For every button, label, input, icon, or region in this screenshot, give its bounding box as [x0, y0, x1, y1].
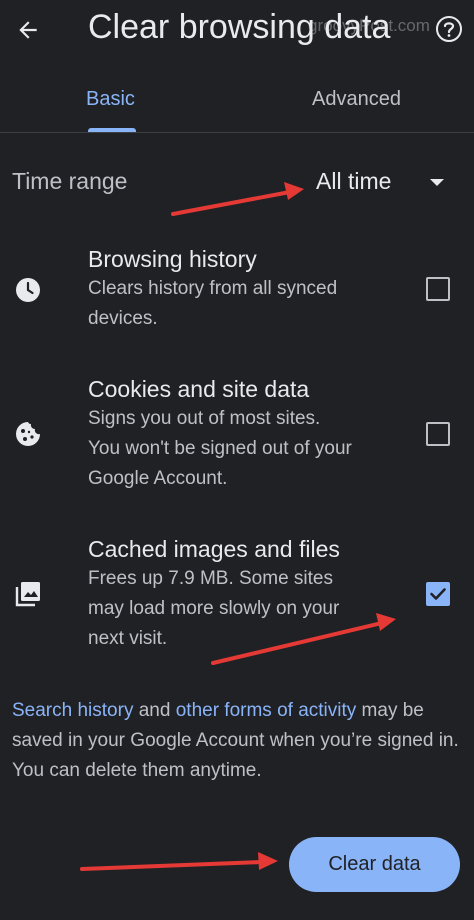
- checkbox-cached-images[interactable]: [426, 582, 450, 606]
- other-activity-link[interactable]: other forms of activity: [176, 700, 357, 721]
- clear-data-button[interactable]: Clear data: [289, 837, 460, 892]
- tab-advanced[interactable]: Advanced: [312, 88, 401, 111]
- image-icon: [14, 580, 42, 608]
- option-description: Signs you out of most sites. You won't b…: [88, 404, 388, 494]
- watermark-text: groovyPost.com: [308, 16, 430, 35]
- checkmark-icon: [430, 588, 446, 600]
- description-line: next visit.: [88, 628, 168, 649]
- activity-note: Search history and other forms of activi…: [12, 696, 462, 786]
- option-cached-images[interactable]: Cached images and files Frees up 7.9 MB.…: [0, 522, 474, 672]
- tab-divider: [0, 132, 474, 133]
- clock-icon: [14, 276, 42, 304]
- checkbox-cookies[interactable]: [426, 422, 450, 446]
- checkbox-browsing-history[interactable]: [426, 277, 450, 301]
- description-line: devices.: [88, 308, 158, 329]
- selected-tab-indicator: [88, 128, 136, 132]
- description-line: Clears history from all synced: [88, 278, 338, 299]
- option-title: Cookies and site data: [88, 376, 310, 402]
- tab-bar: Basic Advanced: [0, 70, 474, 140]
- description-line: Frees up 7.9 MB. Some sites: [88, 568, 333, 589]
- cookie-icon: [14, 420, 42, 448]
- description-line: Google Account.: [88, 468, 228, 489]
- tab-basic[interactable]: Basic: [86, 88, 135, 111]
- note-text: and: [133, 700, 176, 721]
- dropdown-arrow-icon[interactable]: [430, 179, 444, 186]
- description-line: You won't be signed out of your: [88, 438, 352, 459]
- time-range-label: Time range: [12, 168, 128, 194]
- option-title: Browsing history: [88, 246, 257, 272]
- option-description: Frees up 7.9 MB. Some sites may load mor…: [88, 564, 388, 654]
- back-arrow-icon[interactable]: [10, 12, 46, 48]
- time-range-row: Time range All time: [0, 150, 474, 214]
- search-history-link[interactable]: Search history: [12, 700, 133, 721]
- annotation-arrow: [80, 852, 278, 871]
- option-cookies[interactable]: Cookies and site data Signs you out of m…: [0, 362, 474, 512]
- top-app-bar: Clear browsing data groovyPost.com: [0, 0, 474, 62]
- help-icon[interactable]: [434, 14, 464, 44]
- option-title: Cached images and files: [88, 536, 340, 562]
- option-description: Clears history from all synced devices.: [88, 274, 388, 334]
- description-line: Signs you out of most sites.: [88, 408, 321, 429]
- description-line: may load more slowly on your: [88, 598, 340, 619]
- time-range-select[interactable]: All time: [316, 168, 391, 195]
- option-browsing-history[interactable]: Browsing history Clears history from all…: [0, 232, 474, 352]
